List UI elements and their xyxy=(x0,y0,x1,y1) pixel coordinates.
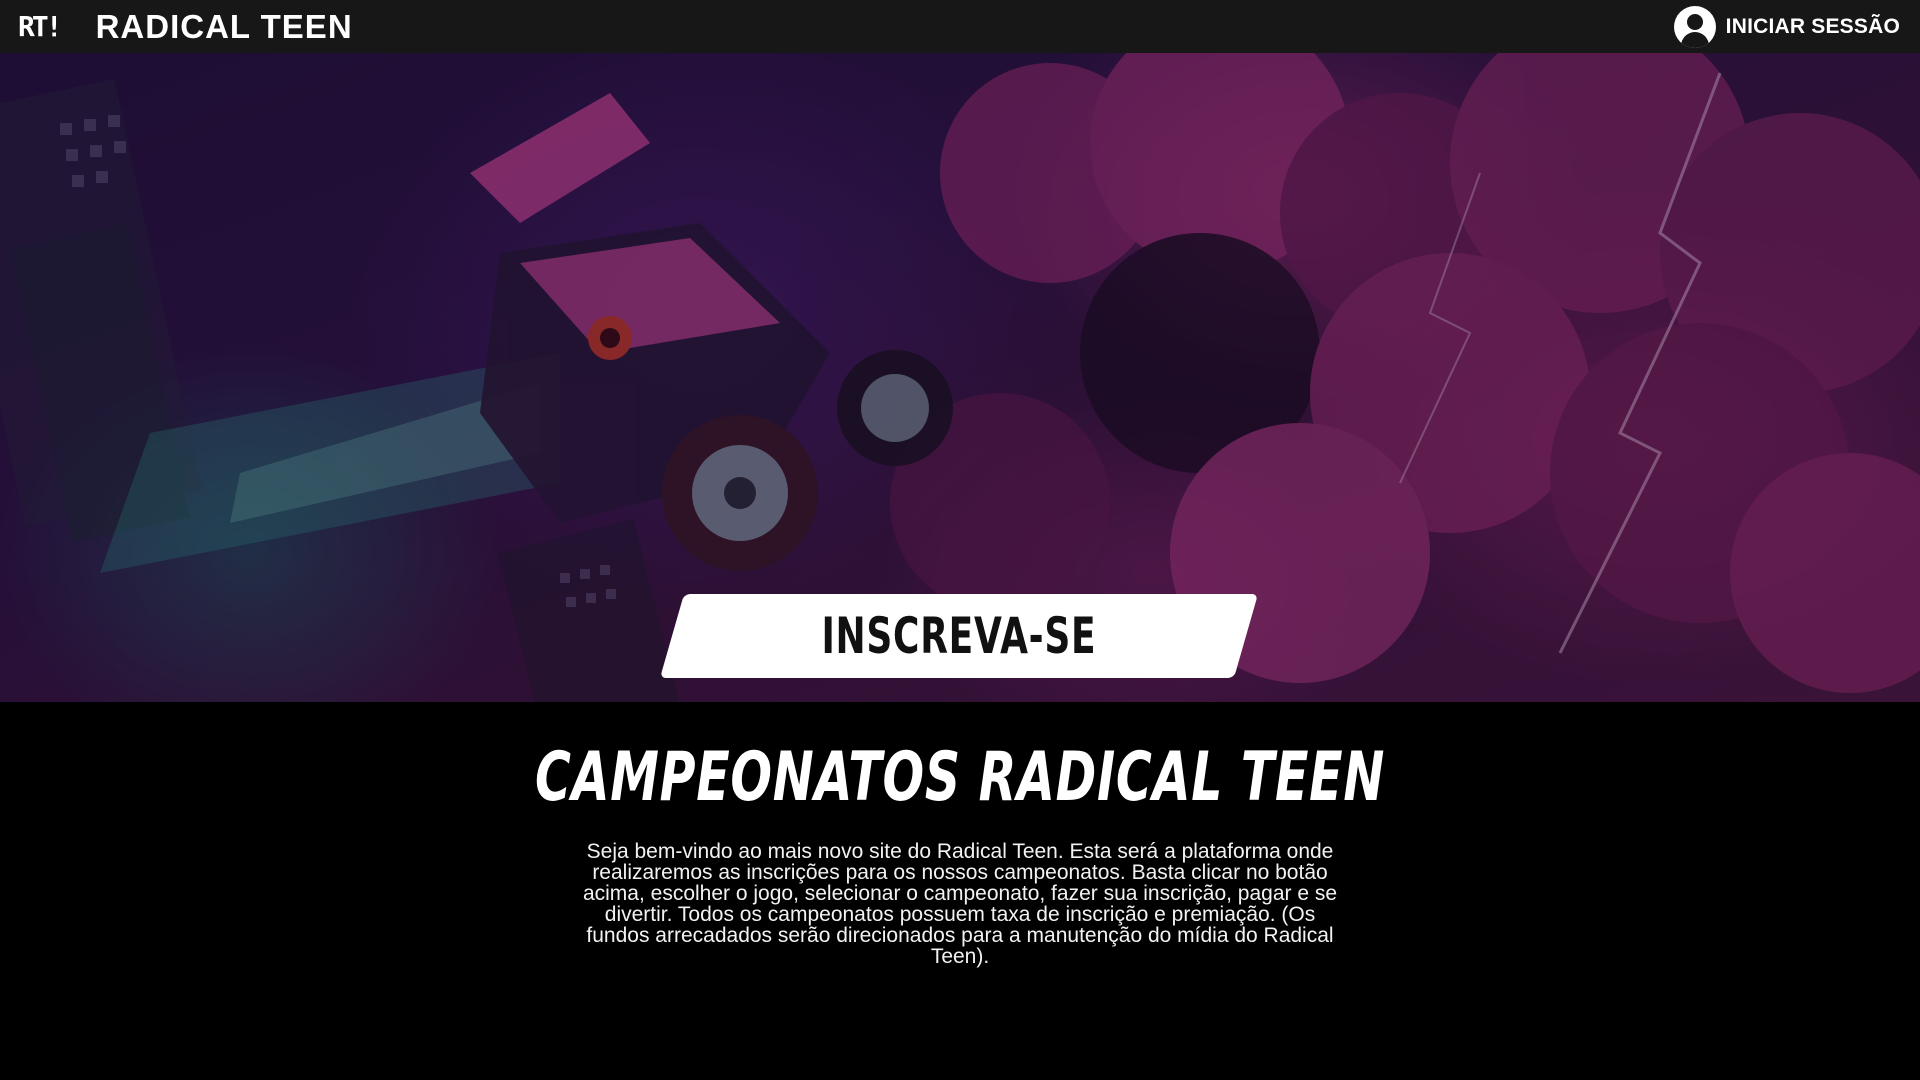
login-button[interactable]: INICIAR SESSÃO xyxy=(1673,5,1900,48)
signup-button[interactable]: INSCREVA-SE xyxy=(672,594,1246,678)
brand-name: RADICAL TEEN xyxy=(95,8,353,45)
section-title: CAMPEONATOS RADICAL TEEN xyxy=(534,738,1386,817)
user-circle-icon xyxy=(1673,5,1716,48)
section-description: Seja bem-vindo ao mais novo site do Radi… xyxy=(582,840,1338,968)
hero-banner: INSCREVA-SE xyxy=(0,53,1920,702)
brand-logo-mark: RT! xyxy=(18,9,63,43)
brand[interactable]: RT! RADICAL TEEN xyxy=(18,10,353,43)
login-label: INICIAR SESSÃO xyxy=(1725,14,1900,38)
top-navbar: RT! RADICAL TEEN INICIAR SESSÃO xyxy=(0,0,1920,53)
signup-button-label: INSCREVA-SE xyxy=(821,607,1097,665)
intro-section: CAMPEONATOS RADICAL TEEN Seja bem-vindo … xyxy=(0,702,1920,1080)
